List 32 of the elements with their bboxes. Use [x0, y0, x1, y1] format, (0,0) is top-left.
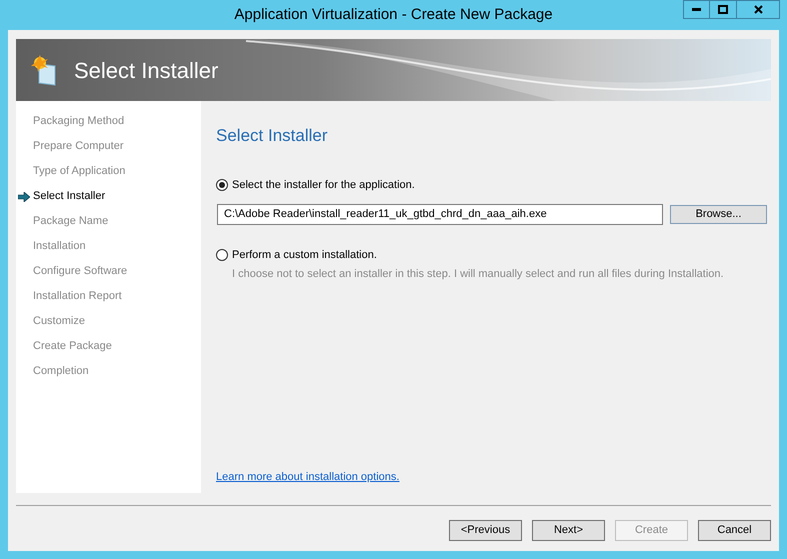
radio-label: Perform a custom installation. — [232, 248, 377, 263]
minimize-icon — [692, 8, 701, 11]
step-item: Installation — [33, 239, 86, 254]
step-item: Type of Application — [33, 164, 126, 180]
option-description: I choose not to select an installer in this step. I will manually select and run all files during Installation. — [232, 266, 725, 282]
step-item: Create Package — [33, 339, 112, 354]
browse-button[interactable]: Browse... — [670, 205, 767, 224]
wizard-button[interactable]: <Previous — [449, 520, 522, 541]
step-item: Customize — [33, 314, 85, 330]
step-item: Packaging Method — [33, 114, 124, 130]
step-item: Prepare Computer — [33, 139, 124, 154]
window-title: Application Virtualization - Create New Package — [234, 4, 553, 25]
step-item: Completion — [33, 364, 89, 380]
close-icon — [754, 5, 762, 14]
maximize-button[interactable] — [710, 0, 737, 19]
installer-path-field[interactable]: C:\Adobe Reader\install_reader11_uk_gtbd_chrd_dn_aaa_aih.exe — [217, 204, 663, 225]
radio-button[interactable] — [216, 249, 228, 262]
banner-title: Select Installer — [74, 56, 218, 84]
minimize-button[interactable] — [683, 0, 710, 19]
step-item: Installation Report — [33, 289, 122, 304]
step-item: Select Installer — [33, 189, 106, 204]
wizard-button[interactable]: Next> — [532, 520, 605, 541]
arrow-icon — [18, 192, 30, 202]
radio-button[interactable] — [216, 178, 228, 191]
step-item: Package Name — [33, 214, 108, 230]
step-item: Configure Software — [33, 264, 128, 280]
close-button[interactable] — [737, 0, 780, 19]
help-link[interactable]: Learn more about installation options. — [216, 468, 400, 485]
wizard-button[interactable]: Cancel — [698, 520, 771, 541]
maximize-icon — [718, 5, 728, 14]
radio-label: Select the installer for the application. — [232, 178, 415, 192]
page-heading: Select Installer — [216, 125, 328, 147]
